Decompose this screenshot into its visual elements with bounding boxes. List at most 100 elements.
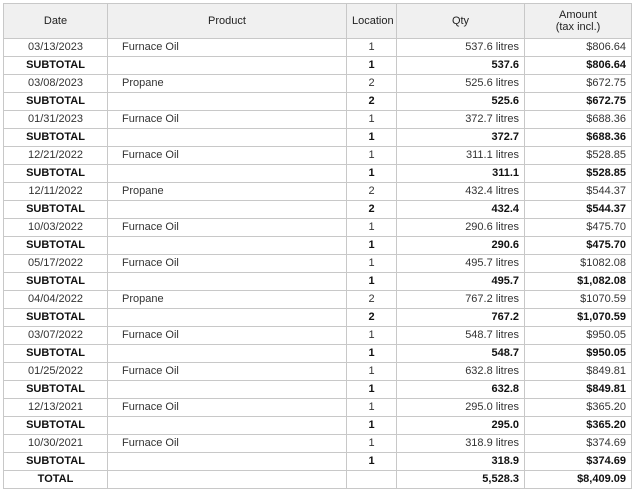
cell-qty: 632.8 (396, 380, 525, 399)
cell-date: 10/03/2022 (3, 218, 108, 237)
table-row: 04/04/2022 Propane 2 767.2 litres $1070.59 (3, 290, 632, 309)
cell-date: SUBTOTAL (3, 128, 108, 147)
cell-product (107, 308, 347, 327)
cell-amount: $8,409.09 (524, 470, 632, 489)
subtotal-row: SUBTOTAL 1 290.6 $475.70 (3, 236, 632, 255)
cell-amount: $475.70 (524, 236, 632, 255)
cell-qty: 5,528.3 (396, 470, 525, 489)
subtotal-row: SUBTOTAL 2 525.6 $672.75 (3, 92, 632, 111)
cell-qty: 537.6 (396, 56, 525, 75)
cell-product: Furnace Oil (107, 38, 347, 57)
cell-product (107, 92, 347, 111)
cell-date: SUBTOTAL (3, 308, 108, 327)
cell-qty: 318.9 (396, 452, 525, 471)
subtotal-row: SUBTOTAL 1 318.9 $374.69 (3, 452, 632, 471)
cell-location: 1 (346, 416, 397, 435)
cell-amount: $688.36 (524, 110, 632, 129)
cell-location: 1 (346, 128, 397, 147)
cell-date: SUBTOTAL (3, 236, 108, 255)
cell-amount: $1082.08 (524, 254, 632, 273)
cell-amount: $1,070.59 (524, 308, 632, 327)
subtotal-row: SUBTOTAL 1 548.7 $950.05 (3, 344, 632, 363)
cell-product (107, 452, 347, 471)
cell-location: 2 (346, 92, 397, 111)
cell-product: Furnace Oil (107, 398, 347, 417)
cell-product (107, 416, 347, 435)
cell-amount: $1070.59 (524, 290, 632, 309)
cell-date: 05/17/2022 (3, 254, 108, 273)
table-row: 01/31/2023 Furnace Oil 1 372.7 litres $688.3… (3, 110, 632, 129)
cell-date: 04/04/2022 (3, 290, 108, 309)
cell-product (107, 128, 347, 147)
cell-date: SUBTOTAL (3, 416, 108, 435)
cell-product (107, 56, 347, 75)
cell-qty: 372.7 litres (396, 110, 525, 129)
cell-qty: 432.4 litres (396, 182, 525, 201)
table-body: 03/13/2023 Furnace Oil 1 537.6 litres $806.6… (3, 38, 632, 489)
cell-qty: 632.8 litres (396, 362, 525, 381)
cell-location: 1 (346, 452, 397, 471)
cell-product: Furnace Oil (107, 146, 347, 165)
cell-qty: 432.4 (396, 200, 525, 219)
cell-location: 1 (346, 254, 397, 273)
table-row: 10/03/2022 Furnace Oil 1 290.6 litres $475.7… (3, 218, 632, 237)
cell-qty: 548.7 litres (396, 326, 525, 345)
amount-header-line2: (tax incl.) (555, 21, 601, 33)
subtotal-row: SUBTOTAL 1 495.7 $1,082.08 (3, 272, 632, 291)
cell-product (107, 344, 347, 363)
cell-date: SUBTOTAL (3, 56, 108, 75)
subtotal-row: SUBTOTAL 2 432.4 $544.37 (3, 200, 632, 219)
cell-product: Propane (107, 74, 347, 93)
cell-amount: $806.64 (524, 56, 632, 75)
cell-date: 01/25/2022 (3, 362, 108, 381)
cell-location: 1 (346, 434, 397, 453)
table-row: 12/21/2022 Furnace Oil 1 311.1 litres $528.8… (3, 146, 632, 165)
table-header-row: Date Product Location Qty Amount (tax in… (3, 3, 632, 39)
cell-location: 2 (346, 74, 397, 93)
cell-product: Furnace Oil (107, 218, 347, 237)
cell-date: 12/21/2022 (3, 146, 108, 165)
cell-amount: $528.85 (524, 164, 632, 183)
cell-date: SUBTOTAL (3, 164, 108, 183)
cell-qty: 311.1 (396, 164, 525, 183)
cell-location: 1 (346, 362, 397, 381)
cell-location: 2 (346, 182, 397, 201)
cell-date: 12/13/2021 (3, 398, 108, 417)
cell-qty: 548.7 (396, 344, 525, 363)
cell-location: 2 (346, 308, 397, 327)
cell-date: 10/30/2021 (3, 434, 108, 453)
cell-amount: $475.70 (524, 218, 632, 237)
column-header-date: Date (3, 3, 108, 39)
table-row: 12/11/2022 Propane 2 432.4 litres $544.37 (3, 182, 632, 201)
cell-qty: 495.7 (396, 272, 525, 291)
subtotal-row: SUBTOTAL 1 311.1 $528.85 (3, 164, 632, 183)
table-row: 03/07/2022 Furnace Oil 1 548.7 litres $950.0… (3, 326, 632, 345)
cell-date: SUBTOTAL (3, 200, 108, 219)
cell-amount: $672.75 (524, 74, 632, 93)
cell-date: 03/08/2023 (3, 74, 108, 93)
cell-qty: 290.6 (396, 236, 525, 255)
cell-amount: $849.81 (524, 362, 632, 381)
cell-amount: $374.69 (524, 452, 632, 471)
cell-qty: 767.2 (396, 308, 525, 327)
cell-location: 1 (346, 380, 397, 399)
cell-product: Propane (107, 290, 347, 309)
table-row: 05/17/2022 Furnace Oil 1 495.7 litres $1082.… (3, 254, 632, 273)
cell-amount: $688.36 (524, 128, 632, 147)
cell-product: Furnace Oil (107, 254, 347, 273)
column-header-location: Location (346, 3, 397, 39)
table-row: 03/13/2023 Furnace Oil 1 537.6 litres $806.6… (3, 38, 632, 57)
cell-product: Furnace Oil (107, 326, 347, 345)
cell-product: Furnace Oil (107, 110, 347, 129)
total-row: TOTAL 5,528.3 $8,409.09 (3, 470, 632, 489)
cell-qty: 295.0 (396, 416, 525, 435)
column-header-amount: Amount (tax incl.) (524, 3, 632, 39)
cell-qty: 295.0 litres (396, 398, 525, 417)
cell-product (107, 380, 347, 399)
subtotal-row: SUBTOTAL 1 372.7 $688.36 (3, 128, 632, 147)
cell-product (107, 164, 347, 183)
table-row: 12/13/2021 Furnace Oil 1 295.0 litres $365.2… (3, 398, 632, 417)
cell-amount: $672.75 (524, 92, 632, 111)
cell-amount: $544.37 (524, 182, 632, 201)
cell-date: 01/31/2023 (3, 110, 108, 129)
